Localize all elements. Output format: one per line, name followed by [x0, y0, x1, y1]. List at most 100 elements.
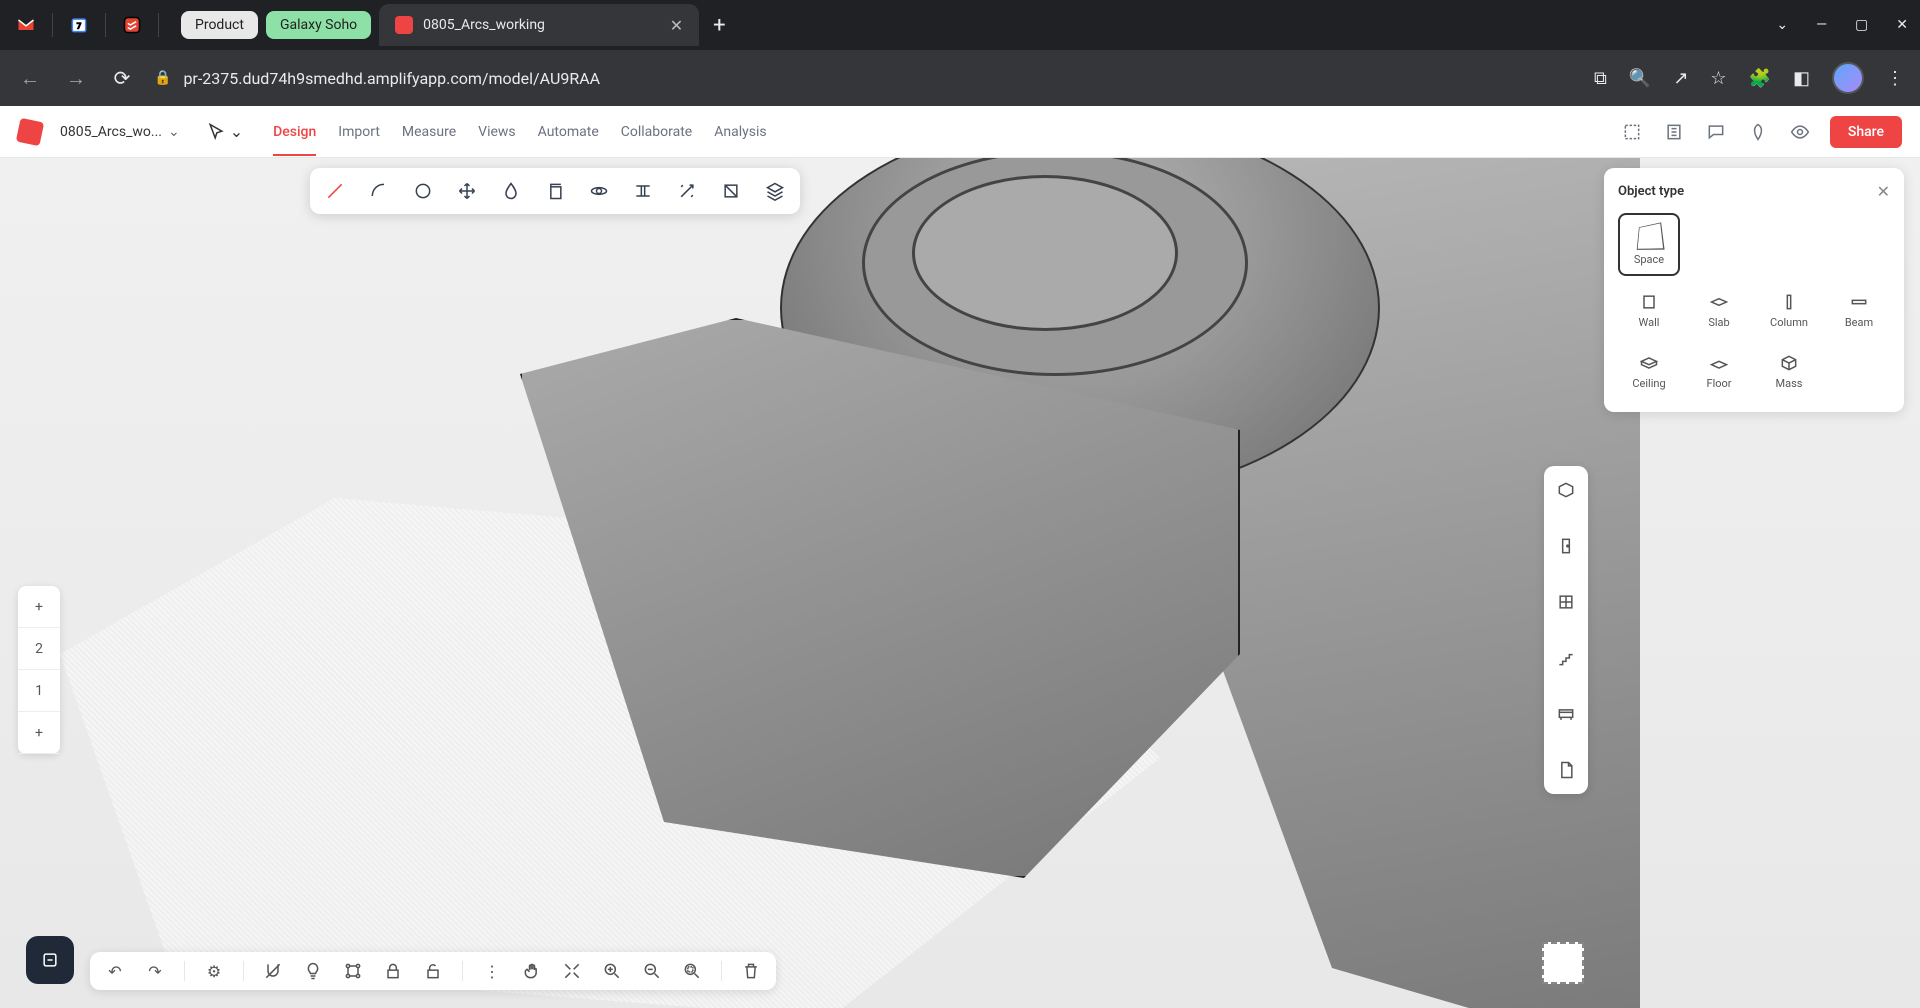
- settings-icon[interactable]: ⚙: [203, 960, 225, 982]
- menu-collaborate[interactable]: Collaborate: [621, 124, 692, 140]
- extensions-icon[interactable]: 🧩: [1749, 68, 1771, 89]
- door-tool-icon[interactable]: [1552, 532, 1580, 560]
- arc-tool[interactable]: [364, 176, 394, 206]
- minimize-icon[interactable]: —: [1816, 17, 1827, 33]
- share-button[interactable]: Share: [1830, 116, 1902, 148]
- level-add-top[interactable]: +: [18, 586, 60, 628]
- level-add-bottom[interactable]: +: [18, 712, 60, 754]
- todoist-icon[interactable]: [118, 11, 146, 39]
- snap-toggle-icon[interactable]: [262, 960, 284, 982]
- view-cube[interactable]: [1542, 942, 1584, 984]
- unlock-icon[interactable]: [422, 960, 444, 982]
- section-tool[interactable]: [716, 176, 746, 206]
- app-header: 0805_Arcs_wo... ⌄ ⌄ Design Import Measur…: [0, 106, 1920, 158]
- move-tool[interactable]: [452, 176, 482, 206]
- object-type-floor[interactable]: Floor: [1688, 345, 1750, 398]
- profile-avatar[interactable]: [1832, 62, 1864, 94]
- new-tab-button[interactable]: +: [713, 13, 725, 38]
- level-1[interactable]: 1: [18, 670, 60, 712]
- selection-toggle-icon[interactable]: [1620, 120, 1644, 144]
- browser-tab-active[interactable]: 0805_Arcs_working ✕: [379, 4, 699, 46]
- app-logo-icon[interactable]: [16, 117, 44, 145]
- document-tool-icon[interactable]: [1552, 756, 1580, 784]
- pan-icon[interactable]: [521, 960, 543, 982]
- label: Ceiling: [1632, 377, 1665, 390]
- stair-tool-icon[interactable]: [1552, 644, 1580, 672]
- line-tool[interactable]: [320, 176, 350, 206]
- gmail-icon[interactable]: [12, 11, 40, 39]
- align-tool[interactable]: [628, 176, 658, 206]
- object-type-slab[interactable]: Slab: [1688, 284, 1750, 337]
- comments-icon[interactable]: [1704, 120, 1728, 144]
- object-type-space[interactable]: Space: [1618, 213, 1680, 276]
- menu-views[interactable]: Views: [478, 124, 516, 140]
- back-button[interactable]: ←: [16, 64, 44, 92]
- redo-button[interactable]: ↷: [144, 960, 166, 982]
- sustainability-icon[interactable]: [1746, 120, 1770, 144]
- undo-button[interactable]: ↶: [104, 960, 126, 982]
- label: Floor: [1706, 377, 1731, 390]
- divider: [105, 13, 106, 37]
- fit-icon[interactable]: [561, 960, 583, 982]
- zoom-out-icon[interactable]: [641, 960, 663, 982]
- zoom-in-icon[interactable]: [601, 960, 623, 982]
- delete-icon[interactable]: [740, 960, 762, 982]
- menu-measure[interactable]: Measure: [402, 124, 456, 140]
- layers-tool[interactable]: [760, 176, 790, 206]
- circle-tool[interactable]: [408, 176, 438, 206]
- object-type-wall[interactable]: Wall: [1618, 284, 1680, 337]
- svg-text:7: 7: [77, 21, 81, 30]
- project-name-dropdown[interactable]: 0805_Arcs_wo... ⌄: [60, 124, 180, 140]
- quantities-icon[interactable]: [1662, 120, 1686, 144]
- bookmark-icon[interactable]: ☆: [1710, 68, 1726, 89]
- space-tool-icon[interactable]: [1552, 476, 1580, 504]
- maximize-icon[interactable]: ▢: [1855, 17, 1868, 33]
- panel-close-icon[interactable]: ✕: [1877, 182, 1890, 201]
- object-type-column[interactable]: Column: [1758, 284, 1820, 337]
- object-type-mass[interactable]: Mass: [1758, 345, 1820, 398]
- kebab-menu-icon[interactable]: ⋮: [1886, 68, 1904, 89]
- menu-analysis[interactable]: Analysis: [714, 124, 766, 140]
- visibility-icon[interactable]: [1788, 120, 1812, 144]
- zoom-region-icon[interactable]: [681, 960, 703, 982]
- share-icon[interactable]: ↗: [1673, 68, 1688, 89]
- grid-snap-icon[interactable]: [342, 960, 364, 982]
- browser-tab-strip: 7 Product Galaxy Soho 0805_Arcs_working …: [0, 0, 1920, 50]
- label: Mass: [1776, 377, 1803, 390]
- more-icon[interactable]: ⋮: [481, 960, 503, 982]
- paint-tool[interactable]: [496, 176, 526, 206]
- orbit-tool[interactable]: [584, 176, 614, 206]
- pinned-tab-product[interactable]: Product: [181, 11, 258, 39]
- help-fab[interactable]: [26, 936, 74, 984]
- menu-import[interactable]: Import: [338, 124, 380, 140]
- object-type-beam[interactable]: Beam: [1828, 284, 1890, 337]
- level-2[interactable]: 2: [18, 628, 60, 670]
- project-name-label: 0805_Arcs_wo...: [60, 124, 162, 140]
- url-field[interactable]: 🔒 pr-2375.dud74h9smedhd.amplifyapp.com/m…: [154, 69, 1576, 88]
- chevron-down-icon[interactable]: ⌄: [1776, 17, 1788, 33]
- pinned-tab-galaxy[interactable]: Galaxy Soho: [266, 11, 371, 39]
- tab-close-icon[interactable]: ✕: [670, 16, 683, 35]
- open-external-icon[interactable]: ⧉: [1594, 68, 1607, 89]
- menu-automate[interactable]: Automate: [538, 124, 599, 140]
- lock-icon[interactable]: [382, 960, 404, 982]
- calendar-icon[interactable]: 7: [65, 11, 93, 39]
- search-icon[interactable]: 🔍: [1629, 68, 1651, 89]
- draw-toolbar: [310, 168, 800, 214]
- divider: [52, 13, 53, 37]
- copy-tool[interactable]: [540, 176, 570, 206]
- sidepanel-icon[interactable]: ◧: [1793, 68, 1810, 89]
- furniture-tool-icon[interactable]: [1552, 700, 1580, 728]
- forward-button[interactable]: →: [62, 64, 90, 92]
- reload-button[interactable]: ⟳: [108, 64, 136, 92]
- close-window-icon[interactable]: ✕: [1896, 17, 1908, 33]
- magic-tool[interactable]: [672, 176, 702, 206]
- lightbulb-icon[interactable]: [302, 960, 324, 982]
- object-type-ceiling[interactable]: Ceiling: [1618, 345, 1680, 398]
- menu-design[interactable]: Design: [273, 124, 316, 156]
- selection-mode-dropdown[interactable]: ⌄: [206, 122, 243, 142]
- url-text: pr-2375.dud74h9smedhd.amplifyapp.com/mod…: [183, 69, 600, 88]
- app-area: 0805_Arcs_wo... ⌄ ⌄ Design Import Measur…: [0, 106, 1920, 1008]
- window-tool-icon[interactable]: [1552, 588, 1580, 616]
- chevron-down-icon: ⌄: [230, 122, 243, 141]
